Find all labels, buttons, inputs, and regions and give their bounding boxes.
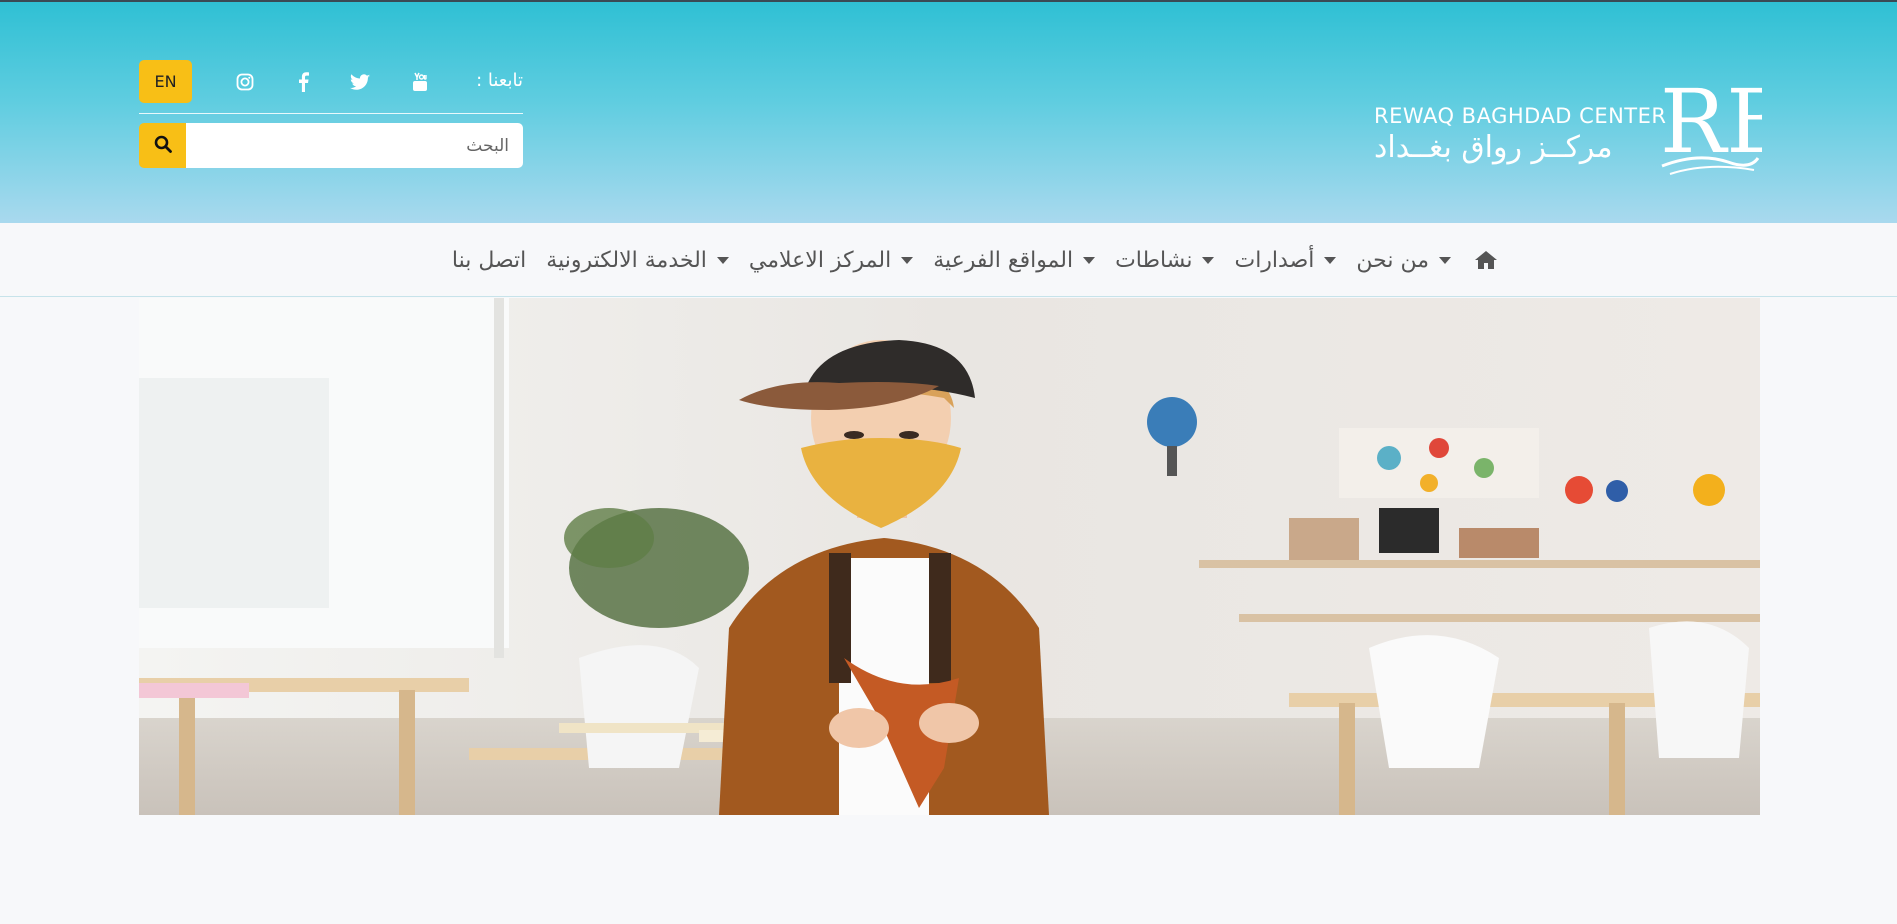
nav-item-activities[interactable]: نشاطات	[1115, 247, 1215, 273]
twitter-icon[interactable]	[349, 71, 371, 93]
logo-mark: RB	[1660, 74, 1762, 175]
logo-arabic-text: مركــز رواق بغــداد	[1374, 130, 1613, 165]
youtube-icon[interactable]	[409, 71, 431, 93]
nav-item-subsites[interactable]: المواقع الفرعية	[933, 247, 1096, 273]
nav-item-publications[interactable]: أصدارات	[1234, 247, 1337, 273]
facebook-icon[interactable]	[292, 71, 314, 93]
main-nav: من نحن أصدارات نشاطات المواقع الفرعية ال…	[0, 223, 1897, 297]
nav-item-media-center[interactable]: المركز الاعلامي	[748, 247, 914, 273]
nav-item-label: من نحن	[1356, 247, 1429, 273]
nav-item-about[interactable]: من نحن	[1356, 248, 1451, 273]
nav-item-e-services[interactable]: الخدمة الالكترونية	[546, 248, 729, 273]
follow-us-label: تابعنا :	[476, 70, 523, 91]
chevron-down-icon	[1083, 256, 1096, 264]
nav-item-label: أصدارات	[1234, 247, 1315, 273]
nav-item-label: اتصل بنا	[451, 247, 527, 273]
site-logo[interactable]: REWAQ BAGHDAD CENTER مركــز رواق بغــداد…	[1370, 74, 1762, 184]
chevron-down-icon	[1324, 256, 1337, 264]
nav-item-contact[interactable]: اتصل بنا	[452, 248, 526, 273]
search-button[interactable]	[139, 123, 186, 168]
logo-latin-text: REWAQ BAGHDAD CENTER	[1374, 104, 1667, 128]
hero-illustration	[139, 298, 1760, 815]
social-bar: EN تابعنا :	[139, 60, 523, 103]
header-divider	[139, 113, 523, 114]
chevron-down-icon	[716, 256, 729, 264]
hero-image	[139, 298, 1760, 815]
header-banner: REWAQ BAGHDAD CENTER مركــز رواق بغــداد…	[0, 0, 1897, 223]
nav-item-label: المواقع الفرعية	[933, 247, 1074, 273]
search-bar	[139, 123, 523, 168]
language-en-button[interactable]: EN	[139, 60, 192, 103]
chevron-down-icon	[1439, 256, 1451, 264]
search-icon	[154, 135, 172, 157]
search-input[interactable]	[186, 123, 523, 168]
home-icon[interactable]	[1473, 247, 1499, 273]
chevron-down-icon	[901, 256, 914, 264]
nav-item-label: الخدمة الالكترونية	[546, 247, 707, 273]
chevron-down-icon	[1202, 256, 1215, 264]
nav-item-label: نشاطات	[1115, 247, 1193, 273]
nav-item-label: المركز الاعلامي	[748, 247, 892, 273]
instagram-icon[interactable]	[234, 71, 256, 93]
